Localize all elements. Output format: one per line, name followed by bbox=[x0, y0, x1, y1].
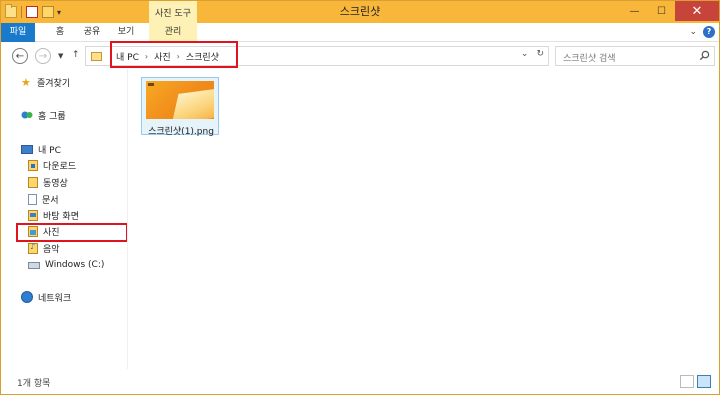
window-controls: — ☐ ✕ bbox=[621, 1, 719, 21]
qat-separator bbox=[21, 6, 22, 18]
address-bar-controls: ⌄ ↻ bbox=[521, 49, 544, 59]
videos-folder-icon bbox=[28, 176, 38, 188]
title-bar: ▾ 사진 도구 스크린샷 — ☐ ✕ bbox=[1, 1, 719, 23]
tab-share[interactable]: 공유 bbox=[79, 23, 105, 42]
nav-item-label: 음악 bbox=[43, 244, 60, 255]
nav-item-label: 다운로드 bbox=[43, 161, 77, 172]
tab-file[interactable]: 파일 bbox=[1, 23, 35, 42]
navigation-pane: ★ 즐겨찾기 홈 그룹 내 PC 다운로드 동영상 문서 바탕 화면 사진 ♪ … bbox=[1, 69, 127, 369]
view-switcher bbox=[680, 375, 711, 388]
nav-item-pictures[interactable]: 사진 bbox=[28, 223, 60, 239]
pictures-folder-icon bbox=[28, 225, 38, 237]
ribbon-right-controls: ⌄ ? bbox=[689, 26, 715, 38]
address-dropdown-icon[interactable]: ⌄ bbox=[521, 49, 529, 59]
address-bar[interactable]: 내 PC › 사진 › 스크린샷 ⌄ ↻ bbox=[85, 46, 549, 66]
search-input[interactable]: 스크린샷 검색 bbox=[555, 46, 715, 66]
file-list: 스크린샷(1).png bbox=[128, 69, 719, 369]
window-title: 스크린샷 bbox=[339, 5, 381, 18]
desktop-folder-icon bbox=[28, 209, 38, 221]
customize-qat-icon[interactable]: ▾ bbox=[57, 8, 61, 17]
nav-item-this-pc[interactable]: 내 PC bbox=[21, 141, 61, 157]
nav-item-music[interactable]: 음악 bbox=[28, 240, 60, 256]
breadcrumb-pictures[interactable]: 사진 bbox=[154, 50, 171, 63]
recent-locations-icon[interactable]: ▼ bbox=[58, 52, 63, 60]
breadcrumb-separator-icon[interactable]: › bbox=[145, 52, 148, 61]
new-folder-icon[interactable] bbox=[42, 6, 54, 18]
nav-item-favorites[interactable]: ★ 즐겨찾기 bbox=[21, 74, 70, 90]
navigation-bar: ← → ▼ ↑ 내 PC › 사진 › 스크린샷 ⌄ ↻ 스크린샷 검색 bbox=[1, 43, 719, 69]
explorer-window: ▾ 사진 도구 스크린샷 — ☐ ✕ 파일 홈 공유 보기 관리 ⌄ ? ← →… bbox=[0, 0, 720, 395]
thumbnail-detail bbox=[148, 83, 154, 86]
downloads-folder-icon bbox=[28, 159, 38, 171]
expand-ribbon-icon[interactable]: ⌄ bbox=[689, 27, 697, 37]
documents-folder-icon bbox=[28, 193, 37, 205]
close-button[interactable]: ✕ bbox=[675, 1, 719, 21]
nav-item-label: 네트워크 bbox=[38, 293, 72, 304]
computer-icon bbox=[21, 144, 33, 154]
breadcrumb-screenshots[interactable]: 스크린샷 bbox=[186, 50, 219, 63]
nav-item-label: 바탕 화면 bbox=[43, 211, 79, 222]
search-icon bbox=[699, 50, 710, 61]
network-icon bbox=[21, 291, 33, 303]
tab-manage[interactable]: 관리 bbox=[149, 23, 197, 42]
breadcrumb-this-pc[interactable]: 내 PC bbox=[116, 50, 139, 63]
search-placeholder: 스크린샷 검색 bbox=[563, 54, 616, 64]
refresh-icon[interactable]: ↻ bbox=[536, 49, 544, 59]
address-folder-icon bbox=[91, 52, 102, 61]
nav-item-label: 내 PC bbox=[38, 145, 61, 156]
nav-item-label: 사진 bbox=[43, 227, 60, 238]
nav-item-documents[interactable]: 문서 bbox=[28, 191, 59, 207]
nav-item-drive-c[interactable]: Windows (C:) bbox=[28, 257, 104, 273]
nav-item-label: Windows (C:) bbox=[45, 260, 105, 270]
tab-view[interactable]: 보기 bbox=[113, 23, 139, 42]
properties-icon[interactable] bbox=[26, 6, 38, 18]
forward-button[interactable]: → bbox=[35, 48, 51, 64]
homegroup-icon bbox=[21, 111, 33, 119]
nav-item-videos[interactable]: 동영상 bbox=[28, 174, 68, 190]
maximize-button[interactable]: ☐ bbox=[648, 1, 675, 21]
breadcrumb: 내 PC › 사진 › 스크린샷 bbox=[116, 47, 219, 65]
back-button[interactable]: ← bbox=[12, 48, 28, 64]
file-name: 스크린샷(1).png bbox=[148, 127, 214, 137]
nav-item-label: 문서 bbox=[42, 195, 59, 206]
file-item[interactable]: 스크린샷(1).png bbox=[141, 77, 219, 137]
nav-item-label: 홈 그룹 bbox=[38, 111, 66, 122]
details-view-icon[interactable] bbox=[680, 375, 694, 388]
breadcrumb-separator-icon[interactable]: › bbox=[177, 52, 180, 61]
large-icons-view-icon[interactable] bbox=[697, 375, 711, 388]
help-icon[interactable]: ? bbox=[703, 26, 715, 38]
minimize-button[interactable]: — bbox=[621, 1, 648, 21]
nav-item-desktop[interactable]: 바탕 화면 bbox=[28, 207, 79, 223]
folder-icon bbox=[5, 4, 17, 18]
nav-item-network[interactable]: 네트워크 bbox=[21, 289, 71, 305]
up-button[interactable]: ↑ bbox=[72, 50, 80, 60]
thumbnail-detail bbox=[171, 88, 214, 119]
drive-icon bbox=[28, 261, 40, 269]
star-icon: ★ bbox=[21, 75, 31, 89]
status-bar: 1개 항목 bbox=[1, 372, 719, 394]
image-thumbnail bbox=[146, 81, 214, 119]
ribbon-tabs: 파일 홈 공유 보기 관리 ⌄ ? bbox=[1, 23, 719, 42]
item-count: 1개 항목 bbox=[17, 379, 51, 389]
nav-item-homegroup[interactable]: 홈 그룹 bbox=[21, 107, 66, 123]
quick-access-toolbar: ▾ bbox=[5, 4, 61, 20]
nav-item-label: 즐겨찾기 bbox=[37, 78, 71, 89]
tab-home[interactable]: 홈 bbox=[47, 23, 73, 42]
contextual-tab-group-title: 사진 도구 bbox=[149, 1, 197, 23]
nav-item-downloads[interactable]: 다운로드 bbox=[28, 157, 76, 173]
nav-item-label: 동영상 bbox=[43, 178, 68, 189]
music-folder-icon bbox=[28, 242, 38, 254]
